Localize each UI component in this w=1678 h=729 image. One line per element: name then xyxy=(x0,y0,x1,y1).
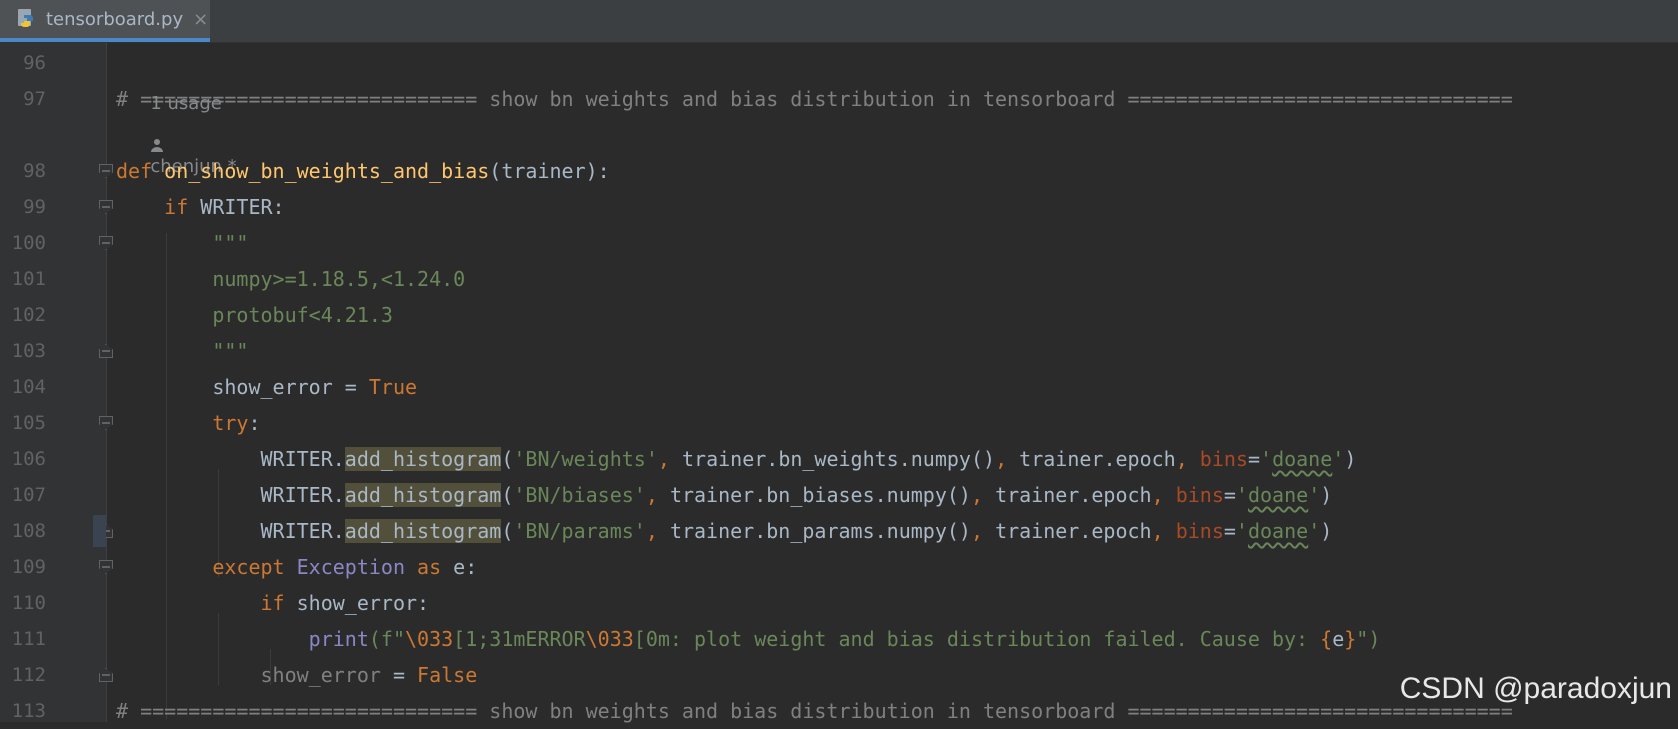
fold-collapse-icon[interactable] xyxy=(99,416,113,430)
fold-collapse-icon[interactable] xyxy=(99,200,113,214)
builtin-class: Exception xyxy=(296,555,405,579)
typo-warning: doane xyxy=(1247,519,1309,543)
line-number: 110 xyxy=(11,592,46,614)
line-number: 101 xyxy=(11,268,46,290)
fold-collapse-icon[interactable] xyxy=(99,236,113,250)
line-number: 102 xyxy=(11,304,46,326)
code-line: 108 WRITER.add_histogram('BN/params', tr… xyxy=(0,513,1678,549)
tab-tensorboard-py[interactable]: tensorboard.py × xyxy=(0,0,210,42)
comment: # ============================ show bn w… xyxy=(116,699,1513,723)
code-line: 103 """ xyxy=(0,333,1678,369)
line-number: 98 xyxy=(23,160,46,182)
fold-collapse-icon[interactable] xyxy=(99,164,113,178)
typo-warning: doane xyxy=(1272,447,1333,471)
docstring: numpy>=1.18.5,<1.24.0 xyxy=(212,267,466,291)
code-line: 101 numpy>=1.18.5,<1.24.0 xyxy=(0,261,1678,297)
code-line: 106 WRITER.add_histogram('BN/weights', t… xyxy=(0,441,1678,477)
docstring: """ xyxy=(212,339,249,363)
highlighted-identifier: add_histogram xyxy=(344,519,502,543)
typo-warning: doane xyxy=(1247,483,1309,507)
code-line: 98 def on_show_bn_weights_and_bias(train… xyxy=(0,153,1678,189)
line-number: 106 xyxy=(11,448,46,470)
code-line: 111 print(f"\033[1;31mERROR\033[0m: plot… xyxy=(0,621,1678,657)
keyword: try xyxy=(212,411,249,435)
code-line: 102 protobuf<4.21.3 xyxy=(0,297,1678,333)
code-line: 96 xyxy=(0,45,1678,81)
code-line: 107 WRITER.add_histogram('BN/biases', tr… xyxy=(0,477,1678,513)
code-line: 109 except Exception as e: xyxy=(0,549,1678,585)
usages-link[interactable]: 1 usage xyxy=(150,93,222,114)
tab-label: tensorboard.py xyxy=(46,8,184,30)
keyword: if xyxy=(164,195,189,219)
highlighted-identifier: add_histogram xyxy=(344,447,502,471)
line-number: 100 xyxy=(11,232,46,254)
line-number: 108 xyxy=(11,520,46,542)
unused-variable: show_error xyxy=(260,663,381,687)
person-icon xyxy=(151,139,164,152)
python-file-icon xyxy=(18,9,33,27)
watermark: CSDN @paradoxjun xyxy=(1399,672,1672,705)
code-line: 100 """ xyxy=(0,225,1678,261)
fold-end-icon[interactable] xyxy=(99,344,113,358)
function-name: on_show_bn_weights_and_bias xyxy=(164,159,490,183)
comment: # ============================ show bn w… xyxy=(116,87,1513,111)
line-number: 96 xyxy=(23,52,46,74)
editor-tab-bar: tensorboard.py × xyxy=(0,0,1678,43)
line-number: 103 xyxy=(11,340,46,362)
code-editor[interactable]: 96 97 # ============================ sho… xyxy=(0,43,1678,723)
line-number: 99 xyxy=(23,196,46,218)
line-number: 111 xyxy=(11,628,46,650)
highlighted-identifier: add_histogram xyxy=(344,483,502,507)
keyword: True xyxy=(368,375,418,399)
code-line: 105 try: xyxy=(0,405,1678,441)
line-number: 109 xyxy=(11,556,46,578)
tab-close-icon[interactable]: × xyxy=(193,9,208,30)
line-number: 107 xyxy=(11,484,46,506)
docstring: protobuf<4.21.3 xyxy=(212,303,393,327)
caret-line-marker xyxy=(93,515,106,547)
code-line: 110 if show_error: xyxy=(0,585,1678,621)
code-vision-hint: 1 usage chenjun * xyxy=(0,93,1678,177)
fold-end-icon[interactable] xyxy=(99,668,113,682)
fold-collapse-icon[interactable] xyxy=(99,560,113,574)
code-line: 104 show_error = True xyxy=(0,369,1678,405)
docstring: """ xyxy=(212,231,249,255)
line-number: 104 xyxy=(11,376,46,398)
line-number: 97 xyxy=(23,88,46,110)
line-number: 105 xyxy=(11,412,46,434)
keyword: def xyxy=(116,159,153,183)
builtin-function: print xyxy=(308,627,369,651)
line-number: 113 xyxy=(11,700,46,722)
code-line: 97 # ============================ show b… xyxy=(0,81,1678,117)
line-number: 112 xyxy=(11,664,46,686)
code-line: 99 if WRITER: xyxy=(0,189,1678,225)
